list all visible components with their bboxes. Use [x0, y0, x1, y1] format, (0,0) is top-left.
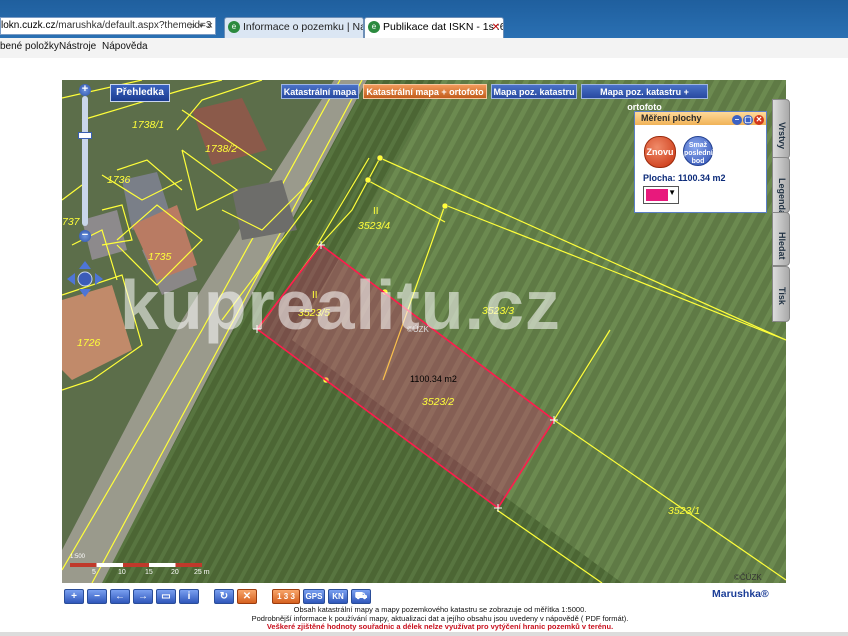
roman-label: II: [312, 290, 318, 301]
parcel-label: 1738/1: [132, 119, 164, 131]
scale-bar: 1:500 5 10 15 20 25 m: [70, 554, 210, 580]
refresh-button[interactable]: ↻: [214, 589, 234, 604]
tab-cadastral-orthophoto[interactable]: Katastrální mapa + ortofoto: [363, 84, 487, 99]
info-button[interactable]: i: [179, 589, 199, 604]
address-bar[interactable]: lokn.cuzk.cz/marushka/default.aspx?theme…: [0, 17, 216, 35]
parcel-label: 737: [62, 216, 81, 228]
scale-bar-line: [70, 563, 202, 567]
address-path: /marushka/default.aspx?themeid=3: [55, 20, 212, 31]
parcel-label: 1736: [107, 174, 131, 186]
again-button[interactable]: Znovu: [644, 136, 676, 168]
tab-cadastral-map[interactable]: Katastrální mapa: [281, 84, 359, 99]
side-tab-label: Hledat: [777, 232, 787, 260]
minimize-icon[interactable]: –: [732, 115, 742, 125]
gps-button[interactable]: GPS: [303, 589, 325, 604]
parcel-label: 3523/2: [422, 396, 454, 408]
status-strip: [0, 632, 848, 636]
parcel-label: 3523/3: [482, 305, 514, 317]
side-tab-label: Legenda: [777, 178, 787, 216]
globe-icon: e: [368, 21, 380, 33]
browser-tab-iskn[interactable]: e Publikace dat ISKN - 1s :609... ✕: [364, 17, 504, 38]
footer-notes: Obsah katastrální mapy a mapy pozemkovéh…: [220, 605, 660, 632]
roman-label: II: [373, 206, 379, 217]
parcel-label: 3523/5: [298, 307, 330, 319]
scale-tick: 15: [145, 569, 153, 576]
cart-button[interactable]: ⛟: [351, 589, 371, 604]
zoom-in-button[interactable]: +: [64, 589, 84, 604]
zoom-slider-handle[interactable]: [78, 132, 92, 139]
tab-land-cadastre[interactable]: Mapa poz. katastru: [491, 84, 577, 99]
browser-tab-info[interactable]: e Informace o pozemku | Nahlíž...: [224, 17, 364, 38]
side-tab-legend[interactable]: Legenda: [772, 157, 790, 216]
globe-icon: e: [228, 21, 240, 33]
menu-tools[interactable]: Nástroje: [59, 38, 96, 56]
zoom-in-icon[interactable]: +: [79, 84, 91, 96]
area-readout: Plocha: 1100.34 m2: [643, 173, 726, 183]
marushka-logo: Marushka®: [712, 588, 769, 600]
side-tab-label: Tisk: [777, 287, 787, 305]
zoom-box-button[interactable]: ▭: [156, 589, 176, 604]
measured-area-label: 1100.34 m2: [410, 374, 457, 384]
maximize-icon[interactable]: ▢: [743, 115, 753, 125]
close-icon[interactable]: ✕: [754, 115, 764, 125]
measure-panel-title: Měření plochy: [641, 113, 702, 123]
overview-button[interactable]: Přehledka: [110, 84, 170, 102]
delete-line-2: poslední: [684, 150, 713, 157]
address-bar-icons[interactable]: ⌕ ▾ ×: [190, 18, 213, 34]
measure-panel-header: Měření plochy – ▢ ✕: [635, 112, 766, 125]
measure-area-panel: Měření plochy – ▢ ✕ Znovu Smaž poslední bo…: [634, 111, 767, 213]
parcel-label: 3523/1: [668, 505, 700, 517]
side-tab-label: Vrstvy: [777, 122, 787, 150]
color-picker[interactable]: ▼: [643, 186, 679, 204]
scale-tick: 25 m: [194, 569, 210, 576]
address-host: lokn.cuzk.cz: [1, 20, 56, 31]
side-tab-search[interactable]: Hledat: [772, 212, 790, 266]
menu-help[interactable]: Nápověda: [102, 38, 148, 56]
pan-up-icon: [79, 261, 91, 269]
back-button[interactable]: ←: [110, 589, 130, 604]
zoom-out-button[interactable]: −: [87, 589, 107, 604]
delete-last-point-button[interactable]: Smaž poslední bod: [683, 136, 713, 166]
scale-ratio: 1:500: [70, 554, 86, 560]
zoom-out-icon[interactable]: −: [79, 230, 91, 242]
cancel-button[interactable]: ✕: [237, 589, 257, 604]
cuzk-small-label: ©ÚZK: [407, 325, 430, 334]
scale-tick: 20: [171, 569, 179, 576]
parcel-label: 1738/2: [205, 143, 237, 155]
scale-tick: 5: [92, 569, 96, 576]
tab-label: Publikace dat ISKN - 1s :609...: [383, 21, 503, 33]
chevron-down-icon: ▼: [668, 188, 676, 197]
scale-tick: 10: [118, 569, 126, 576]
measure-button[interactable]: 1 3 3: [272, 589, 300, 604]
pan-down-icon: [79, 289, 91, 297]
forward-button[interactable]: →: [133, 589, 153, 604]
pan-control[interactable]: [65, 259, 105, 299]
pan-right-icon: [95, 273, 103, 285]
menu-favorites[interactable]: bené položky: [0, 38, 59, 56]
color-swatch: [646, 189, 668, 201]
side-tab-print[interactable]: Tisk: [772, 266, 790, 322]
tab-land-cadastre-orthophoto[interactable]: Mapa poz. katastru + ortofoto: [581, 84, 708, 112]
side-tab-layers[interactable]: Vrstvy: [772, 99, 790, 159]
pan-left-icon: [67, 273, 75, 285]
parcel-label: 3523/4: [358, 220, 390, 232]
delete-line-1: Smaž: [688, 142, 708, 149]
parcel-label: 1735: [148, 251, 172, 263]
kn-button[interactable]: KN: [328, 589, 348, 604]
tab-label: Informace o pozemku | Nahlíž...: [243, 21, 363, 33]
close-tab-icon[interactable]: ✕: [492, 18, 500, 37]
zoom-slider-track[interactable]: [82, 96, 88, 226]
copyright-label: ©ČÚZK: [734, 573, 762, 582]
delete-line-3: bod: [691, 158, 705, 165]
note-warning: Veškeré zjištěné hodnoty souřadnic a dél…: [266, 622, 614, 631]
menu-bar: bené položky Nástroje Nápověda: [0, 38, 848, 59]
parcel-label: 1726: [77, 337, 101, 349]
